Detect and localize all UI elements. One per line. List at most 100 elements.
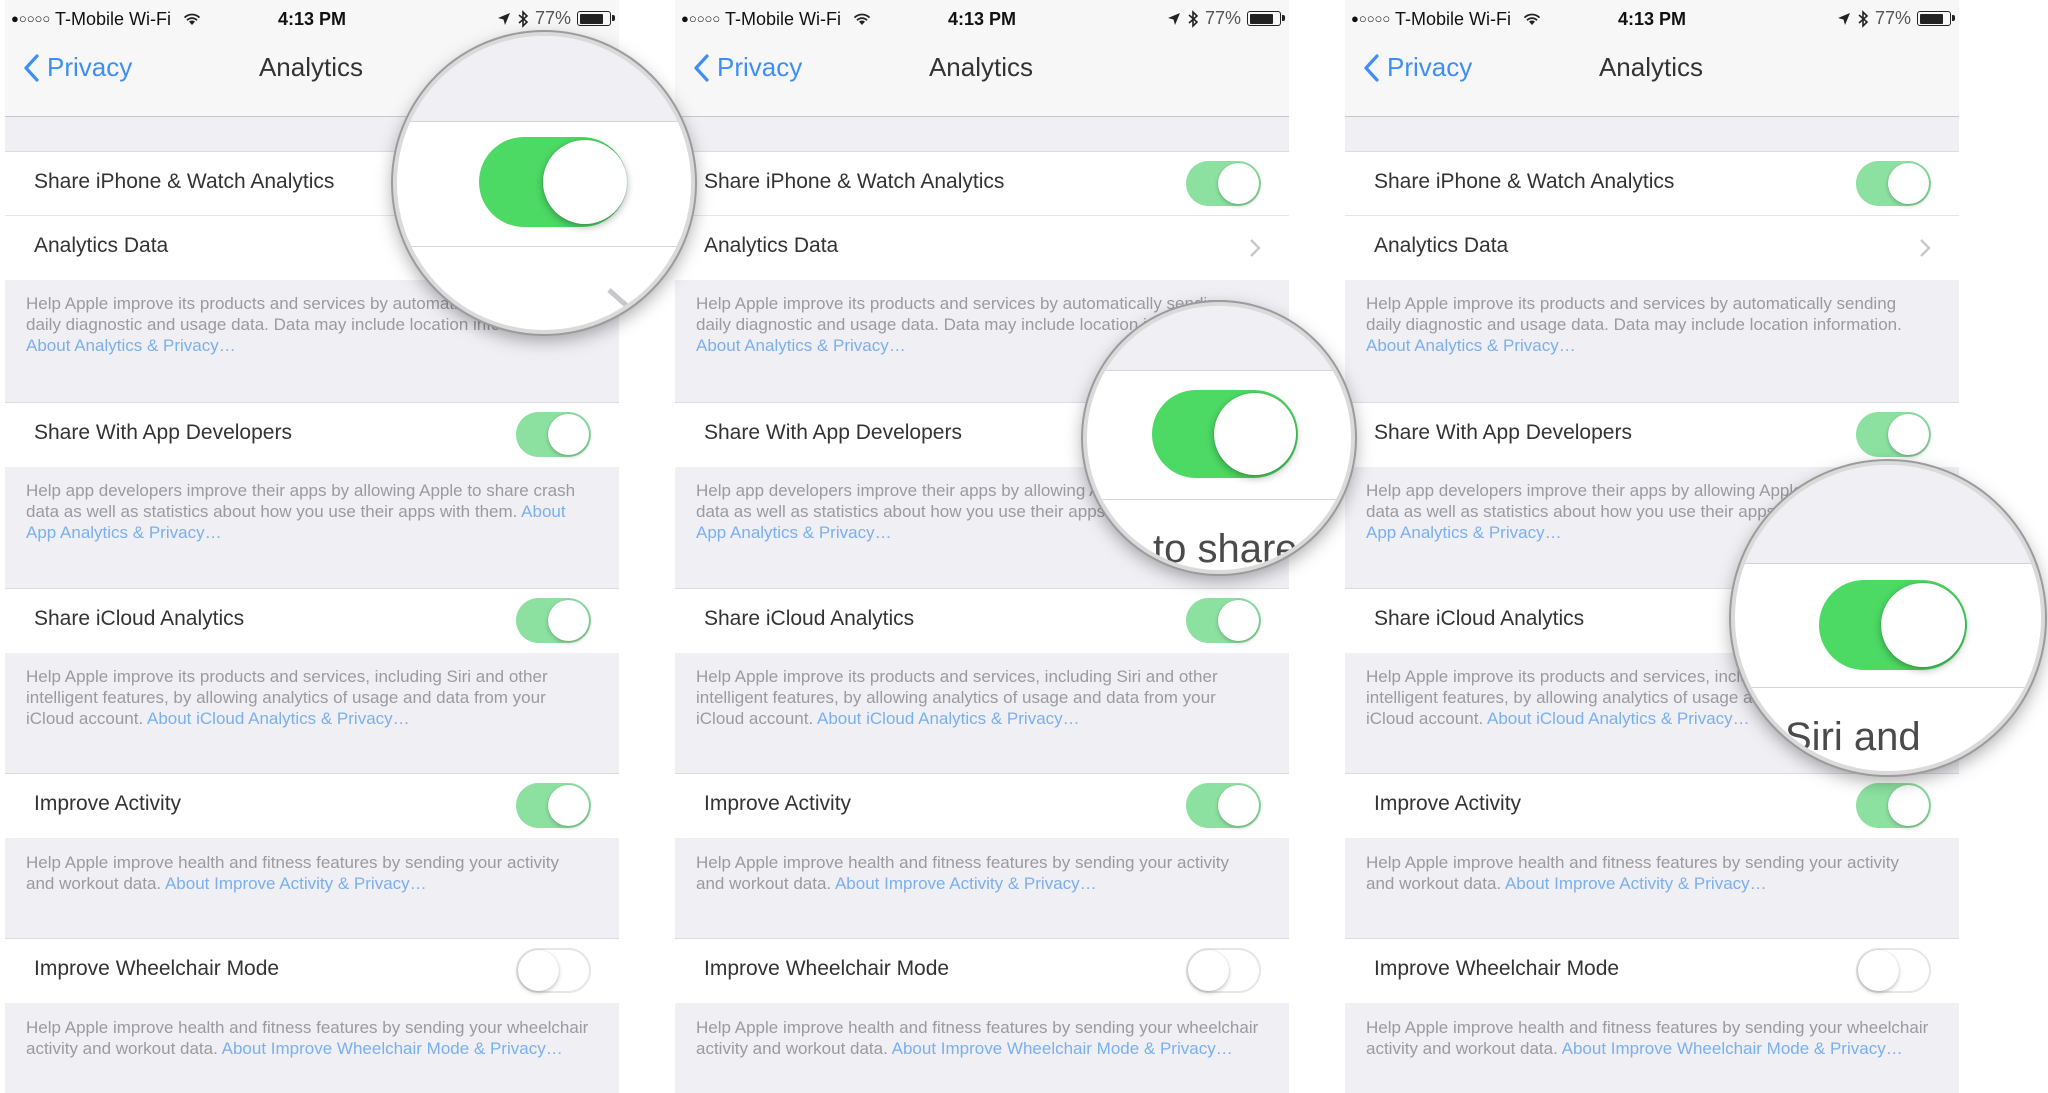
row-improve-wheelchair: Improve Wheelchair Mode xyxy=(675,938,1289,1003)
row-label: Analytics Data xyxy=(1374,234,1509,257)
share-icloud-toggle[interactable] xyxy=(1186,598,1261,643)
toggle-knob xyxy=(1888,785,1929,826)
row-label: Improve Wheelchair Mode xyxy=(34,957,280,980)
zoomed-toggle-knob xyxy=(1881,583,1965,667)
row-label: Share iCloud Analytics xyxy=(34,607,245,630)
status-bar: ●○○○○ T-Mobile Wi-Fi 4:13 PM 77% xyxy=(675,0,1289,38)
toggle-knob xyxy=(548,414,589,455)
footer-text: Help Apple improve its products and serv… xyxy=(1366,294,1902,334)
row-share-icloud: Share iCloud Analytics xyxy=(675,588,1289,653)
activity-footer: Help Apple improve health and fitness fe… xyxy=(26,852,589,894)
about-analytics-link[interactable]: About Analytics & Privacy… xyxy=(1366,336,1576,355)
zoomed-text: Siri and xyxy=(1785,715,1921,759)
about-analytics-link[interactable]: About Analytics & Privacy… xyxy=(26,336,236,355)
share-app-devs-toggle[interactable] xyxy=(1856,412,1931,457)
about-improve-wheelchair-link[interactable]: About Improve Wheelchair Mode & Privacy… xyxy=(1562,1039,1903,1058)
magnifier-share-icloud: Siri and xyxy=(1731,461,2045,775)
battery-icon xyxy=(1917,11,1955,26)
zoomed-text: to share xyxy=(1153,527,1298,571)
row-label: Share With App Developers xyxy=(704,421,962,444)
row-improve-activity: Improve Activity xyxy=(675,773,1289,838)
navigation-bar: Privacy Analytics xyxy=(1345,38,1959,117)
bluetooth-icon xyxy=(518,9,529,28)
zoomed-toggle-knob xyxy=(543,140,627,224)
row-label: Analytics Data xyxy=(34,234,169,257)
improve-activity-toggle[interactable] xyxy=(1186,783,1261,828)
zoomed-chevron-right-icon xyxy=(607,288,629,308)
chevron-right-icon xyxy=(1250,239,1261,257)
about-icloud-analytics-link[interactable]: About iCloud Analytics & Privacy… xyxy=(817,709,1080,728)
toggle-knob xyxy=(1218,785,1259,826)
navigation-bar: Privacy Analytics xyxy=(675,38,1289,117)
footer-text: Help app developers improve their apps b… xyxy=(26,481,576,521)
wheelchair-footer: Help Apple improve health and fitness fe… xyxy=(26,1017,589,1059)
status-right: 77% xyxy=(1837,8,1955,29)
row-improve-wheelchair: Improve Wheelchair Mode xyxy=(1345,938,1959,1003)
status-bar: ●○○○○ T-Mobile Wi-Fi 4:13 PM 77% xyxy=(1345,0,1959,38)
status-right: 77% xyxy=(1167,8,1285,29)
toggle-knob xyxy=(548,785,589,826)
about-improve-wheelchair-link[interactable]: About Improve Wheelchair Mode & Privacy… xyxy=(222,1039,563,1058)
about-improve-wheelchair-link[interactable]: About Improve Wheelchair Mode & Privacy… xyxy=(892,1039,1233,1058)
about-icloud-analytics-link[interactable]: About iCloud Analytics & Privacy… xyxy=(147,709,410,728)
improve-activity-toggle[interactable] xyxy=(1856,783,1931,828)
battery-percent: 77% xyxy=(534,8,571,28)
about-improve-activity-link[interactable]: About Improve Activity & Privacy… xyxy=(835,874,1097,893)
share-icloud-toggle[interactable] xyxy=(516,598,591,643)
toggle-knob xyxy=(1218,600,1259,641)
share-app-devs-toggle[interactable] xyxy=(516,412,591,457)
share-iphone-watch-toggle[interactable] xyxy=(1186,161,1261,206)
row-label: Share iPhone & Watch Analytics xyxy=(1374,170,1675,193)
improve-wheelchair-toggle[interactable] xyxy=(516,948,591,993)
page-title: Analytics xyxy=(928,52,1034,82)
row-label: Improve Wheelchair Mode xyxy=(704,957,950,980)
icloud-footer: Help Apple improve its products and serv… xyxy=(26,666,589,729)
battery-percent: 77% xyxy=(1204,8,1241,28)
zoomed-toggle-knob xyxy=(1214,393,1296,475)
row-analytics-data[interactable]: Analytics Data xyxy=(1345,215,1959,280)
wheelchair-footer: Help Apple improve health and fitness fe… xyxy=(1366,1017,1929,1059)
wheelchair-footer: Help Apple improve health and fitness fe… xyxy=(696,1017,1259,1059)
toggle-knob xyxy=(1888,414,1929,455)
activity-footer: Help Apple improve health and fitness fe… xyxy=(696,852,1259,894)
magnifier-share-app-devs: to share xyxy=(1083,302,1355,574)
row-improve-activity: Improve Activity xyxy=(5,773,619,838)
magnifier-share-iphone-watch xyxy=(393,32,695,334)
improve-wheelchair-toggle[interactable] xyxy=(1186,948,1261,993)
row-label: Improve Activity xyxy=(1374,792,1522,815)
toggle-knob xyxy=(1888,163,1929,204)
row-share-iphone-watch: Share iPhone & Watch Analytics xyxy=(675,151,1289,216)
share-iphone-watch-toggle[interactable] xyxy=(1856,161,1931,206)
row-share-app-devs: Share With App Developers xyxy=(5,402,619,467)
bluetooth-icon xyxy=(1188,9,1199,28)
page-title: Analytics xyxy=(258,52,364,82)
row-label: Improve Activity xyxy=(34,792,182,815)
row-share-iphone-watch: Share iPhone & Watch Analytics xyxy=(1345,151,1959,216)
toggle-knob xyxy=(1218,163,1259,204)
about-analytics-link[interactable]: About Analytics & Privacy… xyxy=(696,336,906,355)
toggle-knob xyxy=(518,950,559,991)
toggle-knob xyxy=(548,600,589,641)
row-share-app-devs: Share With App Developers xyxy=(1345,402,1959,467)
improve-wheelchair-toggle[interactable] xyxy=(1856,948,1931,993)
bluetooth-icon xyxy=(1858,9,1869,28)
about-improve-activity-link[interactable]: About Improve Activity & Privacy… xyxy=(1505,874,1767,893)
row-analytics-data[interactable]: Analytics Data xyxy=(675,215,1289,280)
about-improve-activity-link[interactable]: About Improve Activity & Privacy… xyxy=(165,874,427,893)
toggle-knob xyxy=(1188,950,1229,991)
row-label: Share iPhone & Watch Analytics xyxy=(704,170,1005,193)
about-icloud-analytics-link[interactable]: About iCloud Analytics & Privacy… xyxy=(1487,709,1750,728)
row-share-icloud: Share iCloud Analytics xyxy=(5,588,619,653)
row-label: Analytics Data xyxy=(704,234,839,257)
improve-activity-toggle[interactable] xyxy=(516,783,591,828)
app-devs-footer: Help app developers improve their apps b… xyxy=(26,480,589,543)
row-label: Improve Wheelchair Mode xyxy=(1374,957,1620,980)
row-label: Improve Activity xyxy=(704,792,852,815)
row-improve-activity: Improve Activity xyxy=(1345,773,1959,838)
row-label: Share With App Developers xyxy=(1374,421,1632,444)
activity-footer: Help Apple improve health and fitness fe… xyxy=(1366,852,1929,894)
status-right: 77% xyxy=(497,8,615,29)
page-title: Analytics xyxy=(1598,52,1704,82)
battery-icon xyxy=(1247,11,1285,26)
location-arrow-icon xyxy=(497,12,510,25)
